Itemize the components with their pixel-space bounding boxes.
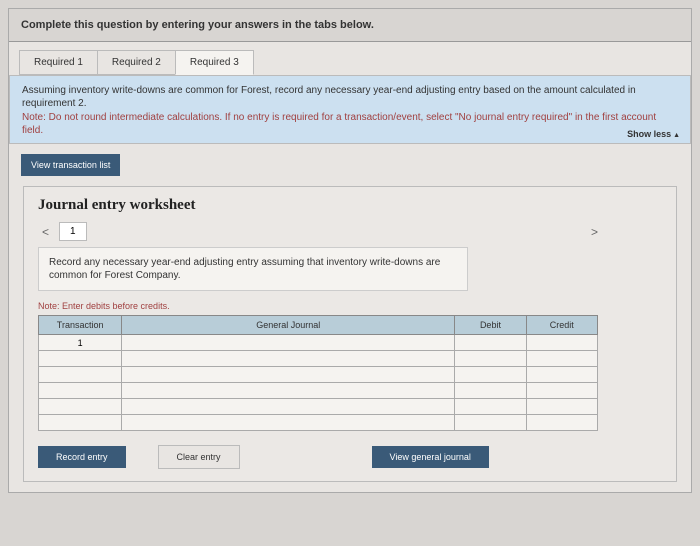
button-row: Record entry Clear entry View general jo… bbox=[38, 445, 662, 469]
table-row: 1 bbox=[39, 335, 598, 351]
cell-account-1[interactable] bbox=[122, 335, 455, 351]
tab-required-1[interactable]: Required 1 bbox=[19, 50, 98, 75]
header-bar: Complete this question by entering your … bbox=[9, 9, 691, 42]
cell-transaction-1: 1 bbox=[39, 335, 122, 351]
tabs-row: Required 1 Required 2 Required 3 bbox=[9, 42, 691, 75]
chevron-right-icon[interactable]: > bbox=[587, 223, 602, 241]
note-debits-credits: Note: Enter debits before credits. bbox=[38, 301, 662, 311]
note-text-2: Note: Do not round intermediate calculat… bbox=[22, 111, 678, 137]
view-transaction-list-button[interactable]: View transaction list bbox=[21, 154, 120, 176]
worksheet-title: Journal entry worksheet bbox=[38, 197, 662, 214]
tab-required-2[interactable]: Required 2 bbox=[97, 50, 176, 75]
nav-tab-1[interactable]: 1 bbox=[59, 222, 87, 241]
record-entry-button[interactable]: Record entry bbox=[38, 446, 126, 468]
worksheet-panel: Journal entry worksheet < 1 > Record any… bbox=[23, 186, 677, 482]
view-general-journal-button[interactable]: View general journal bbox=[372, 446, 489, 468]
cell-debit-1[interactable] bbox=[455, 335, 526, 351]
main-container: Complete this question by entering your … bbox=[8, 8, 692, 493]
journal-entry-table: Transaction General Journal Debit Credit… bbox=[38, 315, 598, 431]
col-general-journal: General Journal bbox=[122, 316, 455, 335]
cell-credit-1[interactable] bbox=[526, 335, 597, 351]
col-transaction: Transaction bbox=[39, 316, 122, 335]
clear-entry-button[interactable]: Clear entry bbox=[158, 445, 240, 469]
col-debit: Debit bbox=[455, 316, 526, 335]
header-instruction: Complete this question by entering your … bbox=[21, 19, 679, 31]
show-less-toggle[interactable]: Show less bbox=[627, 129, 680, 139]
table-row bbox=[39, 415, 598, 431]
table-row bbox=[39, 383, 598, 399]
nav-row: < 1 > bbox=[38, 222, 662, 241]
description-box: Record any necessary year-end adjusting … bbox=[38, 247, 468, 291]
note-panel: Assuming inventory write-downs are commo… bbox=[9, 75, 691, 144]
tab-required-3[interactable]: Required 3 bbox=[175, 50, 254, 75]
table-row bbox=[39, 399, 598, 415]
chevron-left-icon[interactable]: < bbox=[38, 223, 53, 241]
col-credit: Credit bbox=[526, 316, 597, 335]
table-row bbox=[39, 367, 598, 383]
table-row bbox=[39, 351, 598, 367]
note-text-1: Assuming inventory write-downs are commo… bbox=[22, 84, 678, 110]
